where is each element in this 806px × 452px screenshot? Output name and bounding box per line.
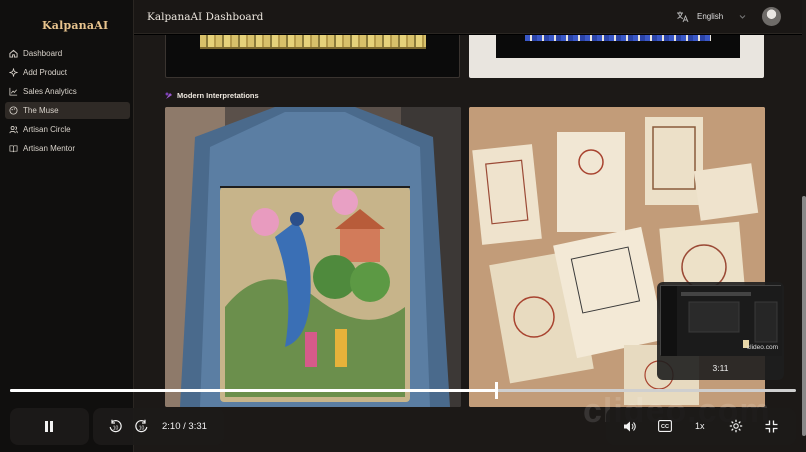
scrub-preview-thumbnail: clideo.com 3:11 xyxy=(657,282,784,380)
sidebar-item-artisan-circle[interactable]: Artisan Circle xyxy=(5,121,130,138)
captions-icon[interactable]: CC xyxy=(658,420,672,432)
forward-10-icon[interactable]: 10 xyxy=(134,419,149,434)
scrollbar-thumb[interactable] xyxy=(802,196,806,436)
preview-time: 3:11 xyxy=(712,363,729,373)
sidebar-item-sales-analytics[interactable]: Sales Analytics xyxy=(5,83,130,100)
palette-icon xyxy=(165,92,172,99)
denim-jacket-image[interactable] xyxy=(165,107,461,407)
chevron-down-icon[interactable] xyxy=(738,12,747,21)
play-pause-button[interactable] xyxy=(10,408,89,445)
current-time: 2:10 xyxy=(162,421,181,432)
volume-icon[interactable] xyxy=(623,420,636,433)
preview-watermark: clideo.com xyxy=(746,344,778,351)
denim-jacket-illustration xyxy=(165,107,461,407)
sidebar: KalpanaAI Dashboard Add Product Sales An… xyxy=(0,0,134,452)
palette-icon xyxy=(8,106,18,116)
section-title: Modern Interpretations xyxy=(177,91,259,100)
sidebar-item-label: Artisan Circle xyxy=(23,125,71,134)
playback-speed-button[interactable]: 1x xyxy=(695,421,705,431)
sidebar-item-label: The Muse xyxy=(23,106,59,115)
sparkle-icon xyxy=(8,68,18,78)
blue-pattern-band xyxy=(525,35,711,41)
sidebar-item-label: Artisan Mentor xyxy=(23,144,76,153)
artwork-image[interactable] xyxy=(469,35,764,78)
video-scrubber-handle[interactable] xyxy=(495,382,498,399)
time-display: 2:10 / 3:31 xyxy=(162,421,207,432)
player-settings-bar: CC 1x xyxy=(606,408,796,445)
sidebar-item-label: Add Product xyxy=(23,68,68,77)
book-icon xyxy=(8,144,18,154)
svg-text:CC: CC xyxy=(661,424,669,430)
home-icon xyxy=(8,49,18,59)
sidebar-item-the-muse[interactable]: The Muse xyxy=(5,102,130,119)
page-title: KalpanaAI Dashboard xyxy=(147,11,264,23)
sidebar-item-label: Sales Analytics xyxy=(23,87,77,96)
brand-logo[interactable]: KalpanaAI xyxy=(42,19,108,32)
top-header: KalpanaAI Dashboard English xyxy=(134,0,802,34)
sidebar-item-add-product[interactable]: Add Product xyxy=(5,64,130,81)
svg-text:10: 10 xyxy=(113,426,119,432)
rewind-10-icon[interactable]: 10 xyxy=(108,419,123,434)
language-select[interactable]: English xyxy=(697,12,723,21)
madhubani-border-pattern xyxy=(200,35,426,49)
framed-artwork xyxy=(496,35,740,58)
duration: / 3:31 xyxy=(183,421,207,432)
fullscreen-exit-icon[interactable] xyxy=(765,420,778,433)
sidebar-item-dashboard[interactable]: Dashboard xyxy=(5,45,130,62)
svg-text:10: 10 xyxy=(139,426,145,432)
pause-icon xyxy=(45,421,53,432)
artwork-image[interactable] xyxy=(165,35,460,78)
gear-icon[interactable] xyxy=(729,419,743,433)
chart-line-icon xyxy=(8,87,18,97)
video-progress-fill xyxy=(10,389,498,392)
avatar[interactable] xyxy=(762,7,781,26)
sidebar-item-artisan-mentor[interactable]: Artisan Mentor xyxy=(5,140,130,157)
sidebar-nav: Dashboard Add Product Sales Analytics Th… xyxy=(5,45,130,159)
translate-icon xyxy=(677,11,689,23)
users-icon xyxy=(8,125,18,135)
sidebar-item-label: Dashboard xyxy=(23,49,63,58)
